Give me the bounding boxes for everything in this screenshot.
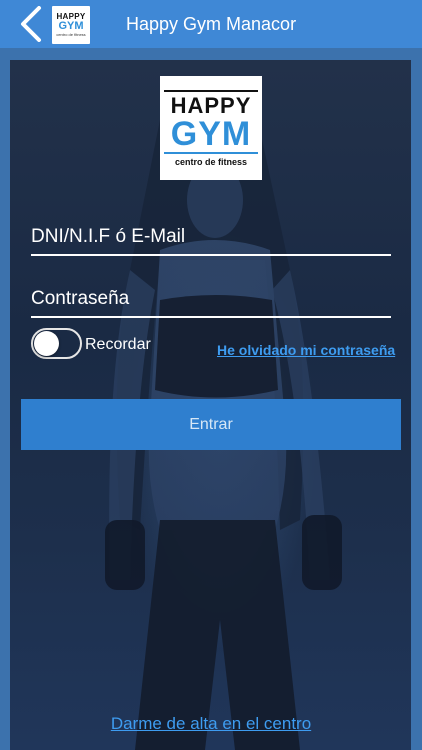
toggle-knob <box>34 331 59 356</box>
chevron-left-icon <box>21 6 41 42</box>
password-input[interactable] <box>31 282 391 318</box>
header-logo: HAPPY GYM centro de fitness <box>52 6 90 44</box>
remember-label: Recordar <box>85 336 151 353</box>
back-button[interactable] <box>14 6 48 42</box>
remember-toggle[interactable] <box>31 328 82 359</box>
logo-gym-text: GYM <box>170 115 252 153</box>
user-id-input[interactable] <box>31 220 391 256</box>
top-navigation-bar: HAPPY GYM centro de fitness Happy Gym Ma… <box>0 0 422 48</box>
header-logo-gym: GYM <box>58 20 84 32</box>
forgot-password-link[interactable]: He olvidado mi contraseña <box>217 342 395 358</box>
header-logo-subtitle: centro de fitness <box>56 32 86 37</box>
logo-subtitle: centro de fitness <box>174 157 248 167</box>
signup-link[interactable]: Darme de alta en el centro <box>0 714 422 734</box>
login-button[interactable]: Entrar <box>21 399 401 450</box>
logo-bottom-rule <box>164 152 258 154</box>
gym-logo: HAPPY GYM centro de fitness <box>160 76 262 180</box>
logo-top-rule <box>164 90 258 92</box>
page-title: Happy Gym Manacor <box>126 14 297 34</box>
